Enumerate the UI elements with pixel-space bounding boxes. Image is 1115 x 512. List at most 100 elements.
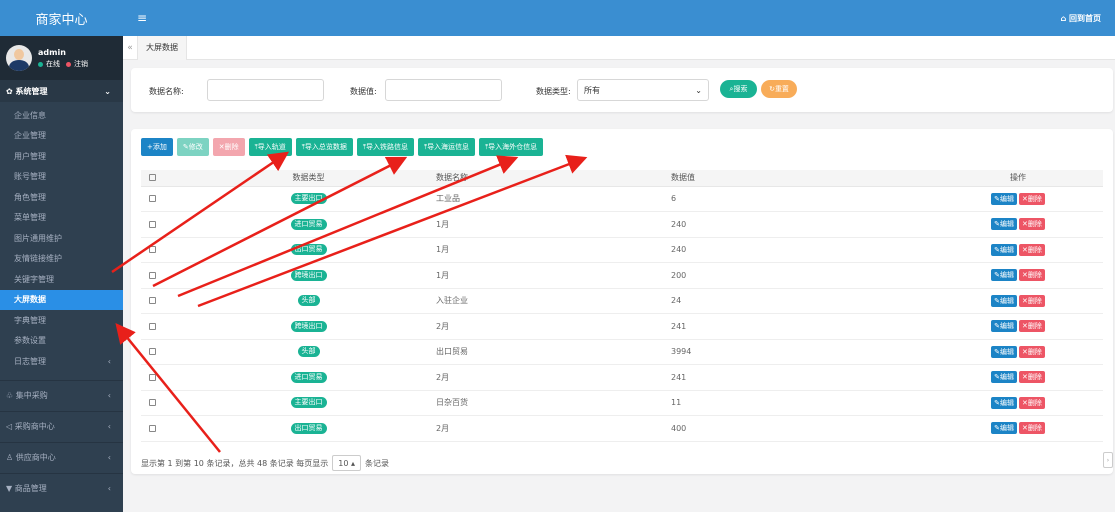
sidebar-item-dictionary[interactable]: 字典管理 — [0, 310, 123, 331]
import-overseas-button[interactable]: ⤒ 导入海外仓信息 — [479, 138, 544, 156]
import-total-button[interactable]: ⤒ 导入总览数据 — [295, 138, 353, 156]
row-delete-button[interactable]: ✕删除 — [1019, 294, 1045, 307]
row-delete-button[interactable]: ✕删除 — [1019, 243, 1045, 256]
sidebar-section-central-purchase[interactable]: ♧ 集中采购 ‹ — [0, 379, 123, 411]
import-sea-button[interactable]: ⤒ 导入海运信息 — [417, 138, 476, 156]
chevron-left-icon: ‹ — [107, 484, 111, 493]
menu-toggle-icon[interactable]: ≡ — [137, 11, 147, 25]
data-name-input[interactable] — [207, 79, 324, 101]
table-row[interactable]: 主要出口 工业品 6 ✎编辑 ✕删除 — [141, 186, 1103, 212]
select-all-checkbox[interactable] — [149, 174, 156, 182]
row-checkbox[interactable] — [149, 297, 156, 305]
row-delete-button[interactable]: ✕删除 — [1019, 320, 1045, 333]
cell-name: 2月 — [436, 364, 671, 391]
row-checkbox[interactable] — [149, 424, 156, 432]
data-value-input[interactable] — [385, 79, 502, 101]
sidebar-section-goods-manage[interactable]: ▼ 商品管理 ‹ — [0, 472, 123, 504]
sidebar: 商家中心 admin 在线 注销 ✿ 系统管理 ⌄ 企业信息 企业管理 用户管理… — [0, 0, 123, 512]
row-checkbox[interactable] — [149, 271, 156, 279]
type-badge: 主要出口 — [290, 397, 327, 409]
table-row[interactable]: 跨境出口 2月 241 ✎编辑 ✕删除 — [141, 313, 1103, 340]
sidebar-item-friend-links[interactable]: 友情链接维护 — [0, 249, 123, 270]
sidebar-section-supplier-center[interactable]: ♙ 供应商中心 ‹ — [0, 441, 123, 473]
row-edit-button[interactable]: ✎编辑 — [991, 243, 1017, 256]
row-delete-button[interactable]: ✕删除 — [1019, 396, 1045, 409]
data-type-select[interactable]: 所有 ⌄ — [577, 79, 709, 101]
page-size-value: 10 — [338, 458, 349, 468]
row-delete-button[interactable]: ✕删除 — [1019, 422, 1045, 435]
edit-label: 修改 — [188, 143, 203, 151]
logout-icon[interactable] — [66, 61, 71, 67]
value-label: 数据值: — [350, 87, 377, 96]
row-checkbox[interactable] — [149, 322, 156, 330]
cell-name: 日杂百货 — [436, 390, 671, 416]
table-row[interactable]: 出口贸易 1月 240 ✎编辑 ✕删除 — [141, 237, 1103, 263]
row-delete-label: 删除 — [1027, 220, 1042, 229]
row-checkbox[interactable] — [149, 373, 156, 381]
row-checkbox[interactable] — [149, 195, 156, 203]
row-edit-button[interactable]: ✎编辑 — [991, 396, 1017, 409]
row-delete-button[interactable]: ✕删除 — [1019, 218, 1045, 231]
row-delete-button[interactable]: ✕删除 — [1019, 345, 1045, 358]
sidebar-item-logs[interactable]: 日志管理 ‹ — [0, 351, 123, 372]
table-row[interactable]: 主要出口 日杂百货 11 ✎编辑 ✕删除 — [141, 390, 1103, 416]
header-actions: 操作 — [933, 170, 1103, 187]
row-delete-button[interactable]: ✕删除 — [1019, 371, 1045, 384]
table-row[interactable]: 进口贸易 2月 241 ✎编辑 ✕删除 — [141, 364, 1103, 391]
sidebar-section-buyer-center[interactable]: ◁ 采购商中心 ‹ — [0, 410, 123, 442]
logout-link[interactable]: 注销 — [74, 59, 88, 70]
type-badge: 进口贸易 — [290, 371, 327, 383]
home-icon: ⌂ — [1060, 13, 1069, 23]
table-row[interactable]: 出口贸易 2月 400 ✎编辑 ✕删除 — [141, 415, 1103, 442]
section-label: 供应商中心 — [15, 453, 56, 462]
row-edit-button[interactable]: ✎编辑 — [991, 371, 1017, 384]
home-link[interactable]: ⌂ 回到首页 — [1060, 13, 1101, 24]
tab-big-screen-data[interactable]: 大屏数据 — [137, 35, 187, 60]
row-edit-button[interactable]: ✎编辑 — [991, 345, 1017, 358]
sidebar-item-company-info[interactable]: 企业信息 — [0, 105, 123, 126]
table-row[interactable]: 头部 入驻企业 24 ✎编辑 ✕删除 — [141, 288, 1103, 314]
sidebar-item-menu-manage[interactable]: 菜单管理 — [0, 208, 123, 229]
table-row[interactable]: 跨境出口 1月 200 ✎编辑 ✕删除 — [141, 262, 1103, 289]
row-edit-button[interactable]: ✎编辑 — [991, 269, 1017, 282]
row-checkbox[interactable] — [149, 399, 156, 407]
sidebar-item-keywords[interactable]: 关键字管理 — [0, 269, 123, 290]
table-row[interactable]: 头部 出口贸易 3994 ✎编辑 ✕删除 — [141, 339, 1103, 365]
row-delete-button[interactable]: ✕删除 — [1019, 192, 1045, 205]
row-delete-button[interactable]: ✕删除 — [1019, 269, 1045, 282]
row-edit-button[interactable]: ✎编辑 — [991, 320, 1017, 333]
sidebar-item-image-maintain[interactable]: 图片通用维护 — [0, 228, 123, 249]
sidebar-item-role-manage[interactable]: 角色管理 — [0, 187, 123, 208]
cell-value: 24 — [671, 288, 933, 314]
sidebar-group-system[interactable]: ✿ 系统管理 ⌄ — [0, 80, 123, 102]
add-button[interactable]: + 添加 — [141, 138, 173, 156]
header-value: 数据值 — [671, 170, 933, 187]
row-edit-button[interactable]: ✎编辑 — [991, 294, 1017, 307]
sidebar-item-parameters[interactable]: 参数设置 — [0, 331, 123, 352]
page-size-select[interactable]: 10 ▴ — [332, 455, 361, 471]
edit-button[interactable]: ✎ 修改 — [176, 138, 209, 156]
sidebar-item-company-manage[interactable]: 企业管理 — [0, 126, 123, 147]
row-edit-button[interactable]: ✎编辑 — [991, 218, 1017, 231]
delete-button[interactable]: ✕ 删除 — [212, 138, 245, 156]
pager-next-button[interactable]: › — [1103, 452, 1113, 468]
data-table: 数据类型 数据名称 数据值 操作 主要出口 工业品 6 ✎编辑 ✕删除 进口贸易 1月 240… — [141, 170, 1103, 442]
row-edit-button[interactable]: ✎编辑 — [991, 422, 1017, 435]
sidebar-item-account-manage[interactable]: 账号管理 — [0, 167, 123, 188]
search-button[interactable]: ⌕ 搜索 — [720, 80, 757, 98]
avatar[interactable] — [6, 45, 32, 71]
tab-prev-icon[interactable]: « — [123, 43, 137, 53]
row-checkbox[interactable] — [149, 348, 156, 356]
row-delete-label: 删除 — [1027, 398, 1042, 407]
group-icon: ♧ — [6, 391, 16, 400]
row-delete-label: 删除 — [1027, 194, 1042, 203]
sidebar-item-user-manage[interactable]: 用户管理 — [0, 146, 123, 167]
table-row[interactable]: 进口贸易 1月 240 ✎编辑 ✕删除 — [141, 211, 1103, 238]
import-rail-button[interactable]: ⤒ 导入轨道 — [248, 138, 292, 156]
import-railway-button[interactable]: ⤒ 导入铁路信息 — [356, 138, 414, 156]
row-edit-button[interactable]: ✎编辑 — [991, 192, 1017, 205]
row-checkbox[interactable] — [149, 246, 156, 254]
sidebar-item-big-screen-data[interactable]: 大屏数据 — [0, 289, 123, 310]
reset-button[interactable]: ↻ 重置 — [761, 80, 797, 98]
row-checkbox[interactable] — [149, 220, 156, 228]
